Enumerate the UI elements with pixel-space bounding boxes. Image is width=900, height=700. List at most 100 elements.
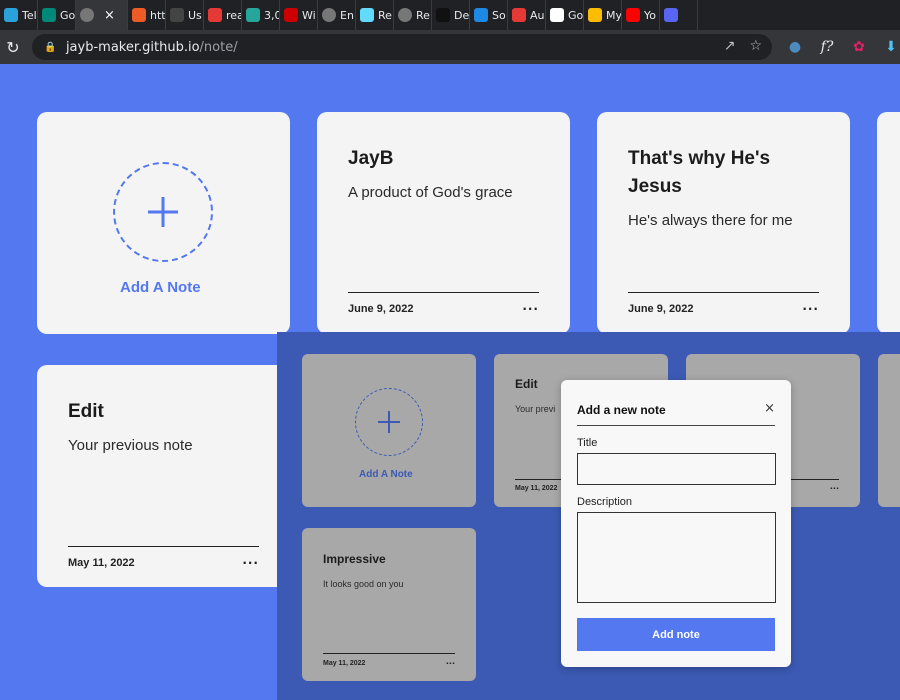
note-description: Your previous note xyxy=(68,437,193,454)
google-meet-icon xyxy=(42,8,56,22)
share-icon[interactable]: ↗ xyxy=(724,38,736,54)
divider xyxy=(577,425,775,426)
download-icon[interactable]: ⬇ xyxy=(882,38,900,56)
browser-tab[interactable]: htt xyxy=(128,0,166,30)
dc-icon xyxy=(664,8,678,22)
browser-tab[interactable]: rea xyxy=(204,0,242,30)
bookmark-star-icon[interactable]: ☆ xyxy=(749,38,762,54)
browser-tab[interactable] xyxy=(660,0,698,30)
browser-toolbar: ↻ 🔒 jayb-maker.github.io/note/ ↗ ☆ ● f? … xyxy=(0,30,900,64)
note-description: It looks good on you xyxy=(323,579,404,589)
google-icon xyxy=(550,8,564,22)
note-card-dimmed-partial xyxy=(878,354,900,507)
more-options-icon: ... xyxy=(829,482,839,491)
redhat-icon xyxy=(284,8,298,22)
asterisk-icon xyxy=(512,8,526,22)
globe-icon xyxy=(80,8,94,22)
medium-icon xyxy=(436,8,450,22)
note-title: Edit xyxy=(515,377,538,391)
browser-tab[interactable]: Wi xyxy=(280,0,318,30)
title-label: Title xyxy=(577,437,598,449)
browser-tab[interactable]: Go xyxy=(546,0,584,30)
globe-icon xyxy=(398,8,412,22)
browser-tab[interactable]: Go xyxy=(38,0,76,30)
tab-title: Wi xyxy=(302,8,316,22)
readme-icon xyxy=(208,8,222,22)
divider xyxy=(628,292,819,293)
telegram-icon xyxy=(4,8,18,22)
extension-function-icon[interactable]: f? xyxy=(818,38,836,56)
add-note-modal: Add a new note × Title Description Add n… xyxy=(561,380,791,667)
close-tab-icon[interactable]: × xyxy=(104,8,115,23)
react-icon xyxy=(360,8,374,22)
m-icon xyxy=(170,8,184,22)
tab-title: My xyxy=(606,8,622,22)
add-note-label: Add A Note xyxy=(359,469,413,480)
extension-color-icon[interactable]: ✿ xyxy=(850,38,868,56)
divider xyxy=(348,292,539,293)
d-icon xyxy=(246,8,260,22)
note-card: JayB A product of God's grace June 9, 20… xyxy=(317,112,570,334)
lock-icon[interactable]: 🔒 xyxy=(44,42,60,53)
more-options-icon[interactable]: ... xyxy=(242,553,259,567)
tab-title: htt xyxy=(150,8,166,22)
note-date: June 9, 2022 xyxy=(348,303,414,315)
tab-title: De xyxy=(454,8,470,22)
tab-title: Re xyxy=(416,8,430,22)
add-note-label[interactable]: Add A Note xyxy=(120,279,201,296)
note-title: JayB xyxy=(348,148,394,169)
zb-icon xyxy=(474,8,488,22)
note-date: June 9, 2022 xyxy=(628,303,694,315)
more-options-icon[interactable]: ... xyxy=(802,299,819,313)
title-input[interactable] xyxy=(577,453,776,485)
note-card: Edit Your previous note May 11, 2022 ... xyxy=(37,365,290,587)
close-icon[interactable]: × xyxy=(764,401,775,416)
extension-python-icon[interactable]: ● xyxy=(786,38,804,56)
note-card-partial xyxy=(877,112,900,334)
address-bar[interactable]: 🔒 jayb-maker.github.io/note/ ↗ ☆ xyxy=(31,34,772,60)
browser-tab[interactable]: 3,0 xyxy=(242,0,280,30)
note-date: May 11, 2022 xyxy=(515,485,558,492)
description-label: Description xyxy=(577,496,633,508)
reload-icon[interactable]: ↻ xyxy=(0,38,26,57)
browser-tab[interactable]: Re xyxy=(394,0,432,30)
note-title: Edit xyxy=(68,401,104,422)
browser-tab[interactable]: Tel xyxy=(0,0,38,30)
tab-title: Tel xyxy=(22,8,37,22)
note-card-dimmed: Impressive It looks good on you May 11, … xyxy=(302,528,476,681)
browser-tab[interactable]: × xyxy=(76,0,128,30)
tab-title: 3,0 xyxy=(264,8,280,22)
add-note-card[interactable]: Add A Note xyxy=(37,112,290,334)
note-title: Impressive xyxy=(323,552,386,566)
browser-tab[interactable]: De xyxy=(432,0,470,30)
more-options-icon[interactable]: ... xyxy=(522,299,539,313)
browser-tab[interactable]: So xyxy=(470,0,508,30)
drive-icon xyxy=(588,8,602,22)
note-title: That's why He's Jesus xyxy=(628,148,771,197)
note-date: May 11, 2022 xyxy=(68,557,135,569)
browser-tab[interactable]: Yo xyxy=(622,0,660,30)
tab-title: Au xyxy=(530,8,545,22)
description-textarea[interactable] xyxy=(577,512,776,603)
url-host: jayb-maker.github.io xyxy=(65,39,200,55)
tab-title: Go xyxy=(60,8,76,22)
postman-icon xyxy=(132,8,146,22)
tab-title: rea xyxy=(226,8,241,22)
browser-tab[interactable]: Us xyxy=(166,0,204,30)
note-description: Your previ xyxy=(515,404,556,414)
note-date: May 11, 2022 xyxy=(323,660,366,667)
note-description: He's always there for me xyxy=(628,212,793,229)
browser-tab[interactable]: En xyxy=(318,0,356,30)
browser-tab[interactable]: Au xyxy=(508,0,546,30)
plus-icon xyxy=(355,388,423,456)
add-note-button[interactable]: Add note xyxy=(577,618,775,651)
modal-title: Add a new note xyxy=(577,403,666,417)
tab-title: Us xyxy=(188,8,202,22)
globe-icon xyxy=(322,8,336,22)
divider xyxy=(323,653,455,654)
browser-tab[interactable]: Re xyxy=(356,0,394,30)
plus-icon[interactable] xyxy=(113,162,213,262)
more-options-icon: ... xyxy=(445,657,455,666)
tab-title: En xyxy=(340,8,354,22)
browser-tab[interactable]: My xyxy=(584,0,622,30)
